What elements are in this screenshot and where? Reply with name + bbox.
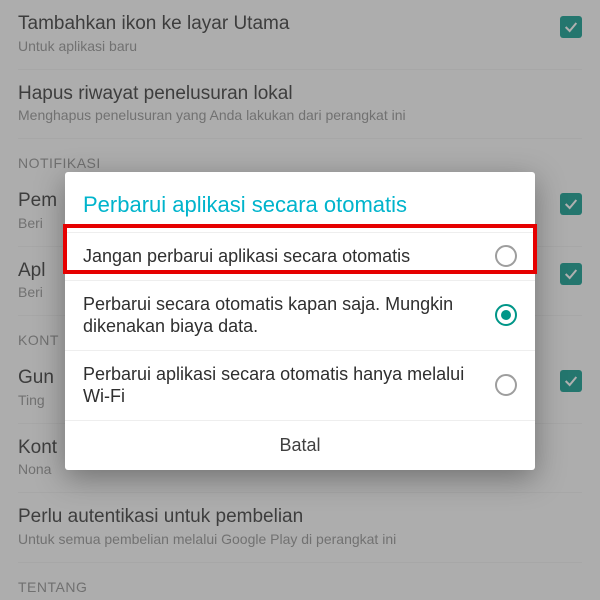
option-never-auto-update[interactable]: Jangan perbarui aplikasi secara otomatis (65, 232, 535, 280)
cancel-button[interactable]: Batal (65, 420, 535, 470)
radio-selected-icon[interactable] (495, 304, 517, 326)
option-label: Perbarui aplikasi secara otomatis hanya … (83, 363, 495, 408)
option-label: Perbarui secara otomatis kapan saja. Mun… (83, 293, 495, 338)
dialog-title: Perbarui aplikasi secara otomatis (65, 172, 535, 232)
option-auto-update-anytime[interactable]: Perbarui secara otomatis kapan saja. Mun… (65, 280, 535, 350)
option-auto-update-wifi[interactable]: Perbarui aplikasi secara otomatis hanya … (65, 350, 535, 420)
radio-unselected-icon[interactable] (495, 245, 517, 267)
option-label: Jangan perbarui aplikasi secara otomatis (83, 245, 495, 268)
settings-screen: Tambahkan ikon ke layar Utama Untuk apli… (0, 0, 600, 600)
radio-unselected-icon[interactable] (495, 374, 517, 396)
auto-update-dialog: Perbarui aplikasi secara otomatis Jangan… (65, 172, 535, 470)
